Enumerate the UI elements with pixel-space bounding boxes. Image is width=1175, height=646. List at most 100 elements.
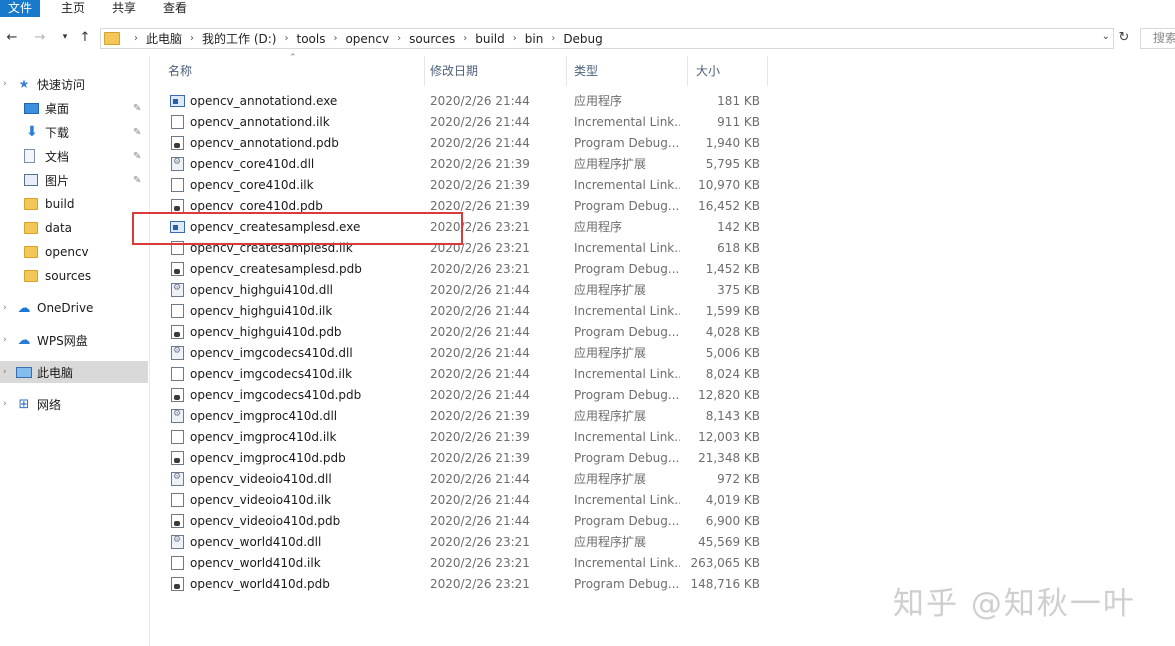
sidebar-item-label: 此电脑 <box>37 365 74 380</box>
back-button[interactable]: ← <box>4 29 20 45</box>
file-name: opencv_highgui410d.ilk <box>190 303 333 318</box>
file-size: 6,900 KB <box>705 513 760 528</box>
file-row[interactable]: opencv_annotationd.ilk 2020/2/26 21:44 Inc… <box>160 111 770 132</box>
chevron-right-icon[interactable]: › <box>3 399 7 409</box>
chevron-right-icon[interactable]: › <box>190 33 194 44</box>
pdb-file-icon <box>171 136 184 150</box>
chevron-right-icon[interactable]: › <box>333 33 337 44</box>
pin-icon: ✎ <box>133 102 142 114</box>
file-row[interactable]: opencv_imgcodecs410d.dll 2020/2/26 21:44 应… <box>160 342 770 363</box>
file-name: opencv_imgproc410d.ilk <box>190 429 337 444</box>
tab-home[interactable]: 主页 <box>48 0 98 17</box>
chevron-right-icon[interactable]: › <box>284 33 288 44</box>
sidebar-item[interactable]: › ⊞ 网络 <box>0 393 148 415</box>
sidebar-item[interactable]: 图片 ✎ <box>0 169 148 191</box>
column-type[interactable]: 类型 <box>566 56 688 86</box>
breadcrumb-item[interactable]: 此电脑 <box>146 30 182 47</box>
chevron-right-icon[interactable]: › <box>3 303 7 313</box>
file-row[interactable]: opencv_annotationd.exe 2020/2/26 21:44 应用程… <box>160 90 770 111</box>
file-size: 4,028 KB <box>705 324 760 339</box>
breadcrumb-item[interactable]: bin <box>525 32 544 46</box>
up-button[interactable]: ↑ <box>77 29 93 45</box>
sidebar-item[interactable]: › ☁ OneDrive <box>0 297 148 319</box>
file-type: Incremental Link... <box>574 177 680 192</box>
chevron-right-icon[interactable]: › <box>513 33 517 44</box>
file-row[interactable]: opencv_core410d.ilk 2020/2/26 21:39 Increm… <box>160 174 770 195</box>
file-name: opencv_annotationd.pdb <box>190 135 339 150</box>
chevron-right-icon[interactable]: › <box>3 79 7 89</box>
file-type: Program Debug... <box>574 387 680 402</box>
tab-file[interactable]: 文件 <box>0 0 41 17</box>
sidebar-item[interactable]: ⬇ 下载 ✎ <box>0 121 148 143</box>
file-row[interactable]: opencv_world410d.dll 2020/2/26 23:21 应用程序扩… <box>160 531 770 552</box>
sidebar-item[interactable]: 文档 ✎ <box>0 145 148 167</box>
forward-button[interactable]: → <box>32 29 48 45</box>
file-row[interactable]: opencv_core410d.dll 2020/2/26 21:39 应用程序扩展… <box>160 153 770 174</box>
file-row[interactable]: opencv_annotationd.pdb 2020/2/26 21:44 Pro… <box>160 132 770 153</box>
sidebar-item[interactable]: 桌面 ✎ <box>0 97 148 119</box>
breadcrumb-item[interactable]: opencv <box>345 32 389 46</box>
file-row[interactable]: opencv_videoio410d.pdb 2020/2/26 21:44 Pro… <box>160 510 770 531</box>
file-type: Program Debug... <box>574 261 680 276</box>
chevron-right-icon[interactable]: › <box>3 367 7 377</box>
file-type: 应用程序 <box>574 94 623 108</box>
sidebar-item[interactable]: › ☁ WPS网盘 <box>0 329 148 351</box>
file-row[interactable]: opencv_highgui410d.dll 2020/2/26 21:44 应用程… <box>160 279 770 300</box>
pdb-file-icon <box>171 577 184 591</box>
folder-icon <box>24 222 38 234</box>
file-name: opencv_annotationd.ilk <box>190 114 330 129</box>
sidebar-item[interactable]: › 此电脑 <box>0 361 148 383</box>
file-name: opencv_videoio410d.dll <box>190 471 332 486</box>
file-size: 1,452 KB <box>705 261 760 276</box>
refresh-button[interactable]: ↻ <box>1115 30 1133 48</box>
chevron-right-icon[interactable]: › <box>3 335 7 345</box>
sidebar-item[interactable]: build <box>0 193 148 215</box>
breadcrumb-item[interactable]: tools <box>296 32 325 46</box>
breadcrumb-item[interactable]: build <box>475 32 505 46</box>
column-date[interactable]: 修改日期 <box>422 56 567 86</box>
file-row[interactable]: opencv_world410d.pdb 2020/2/26 23:21 Progr… <box>160 573 770 594</box>
sidebar-item-label: 下载 <box>45 125 70 140</box>
address-bar[interactable]: › 此电脑 › 我的工作 (D:) › tools › opencv › sources › buil… <box>100 28 1114 49</box>
chevron-right-icon[interactable]: › <box>134 33 138 44</box>
breadcrumb-item[interactable]: Debug <box>563 32 602 46</box>
file-size: 21,348 KB <box>698 450 760 465</box>
file-row[interactable]: opencv_createsamplesd.pdb 2020/2/26 23:21… <box>160 258 770 279</box>
dll-file-icon <box>171 535 184 549</box>
tab-view[interactable]: 查看 <box>150 0 200 17</box>
file-type: Program Debug... <box>574 198 680 213</box>
file-size: 8,024 KB <box>705 366 760 381</box>
file-row[interactable]: opencv_imgproc410d.pdb 2020/2/26 21:39 Pro… <box>160 447 770 468</box>
chevron-right-icon[interactable]: › <box>463 33 467 44</box>
file-type: 应用程序扩展 <box>574 346 647 360</box>
sidebar-item[interactable]: › ★ 快速访问 <box>0 73 148 95</box>
file-type: Incremental Link... <box>574 240 680 255</box>
ribbon-tabs: 文件 主页 共享 查看 <box>0 0 1175 17</box>
column-size[interactable]: 大小 <box>688 56 768 86</box>
recent-locations-button[interactable]: ▾ <box>57 29 73 45</box>
file-row[interactable]: opencv_videoio410d.ilk 2020/2/26 21:44 Inc… <box>160 489 770 510</box>
chevron-right-icon[interactable]: › <box>551 33 555 44</box>
tab-share[interactable]: 共享 <box>99 0 149 17</box>
file-row[interactable]: opencv_highgui410d.ilk 2020/2/26 21:44 Inc… <box>160 300 770 321</box>
file-row[interactable]: opencv_imgcodecs410d.pdb 2020/2/26 21:44 P… <box>160 384 770 405</box>
chevron-down-icon[interactable]: ⌄ <box>1102 31 1110 42</box>
file-row[interactable]: opencv_imgcodecs410d.ilk 2020/2/26 21:44 I… <box>160 363 770 384</box>
file-row[interactable]: opencv_videoio410d.dll 2020/2/26 21:44 应用程… <box>160 468 770 489</box>
file-type: 应用程序扩展 <box>574 409 647 423</box>
breadcrumb-item[interactable]: 我的工作 (D:) <box>202 30 276 47</box>
file-row[interactable]: opencv_imgproc410d.ilk 2020/2/26 21:39 Inc… <box>160 426 770 447</box>
file-date: 2020/2/26 23:21 <box>430 555 530 570</box>
file-row[interactable]: opencv_highgui410d.pdb 2020/2/26 21:44 Pro… <box>160 321 770 342</box>
sidebar-item[interactable]: opencv <box>0 241 148 263</box>
sort-ascending-icon: ⌃ <box>289 53 297 63</box>
pin-icon: ✎ <box>133 174 142 186</box>
file-row[interactable]: opencv_imgproc410d.dll 2020/2/26 21:39 应用程… <box>160 405 770 426</box>
sidebar-item[interactable]: sources <box>0 265 148 287</box>
file-row[interactable]: opencv_world410d.ilk 2020/2/26 23:21 Incre… <box>160 552 770 573</box>
search-input[interactable]: 搜索 <box>1140 28 1175 49</box>
sidebar-item[interactable]: data <box>0 217 148 239</box>
chevron-right-icon[interactable]: › <box>397 33 401 44</box>
sidebar-item-label: 文档 <box>45 149 70 164</box>
breadcrumb-item[interactable]: sources <box>409 32 455 46</box>
